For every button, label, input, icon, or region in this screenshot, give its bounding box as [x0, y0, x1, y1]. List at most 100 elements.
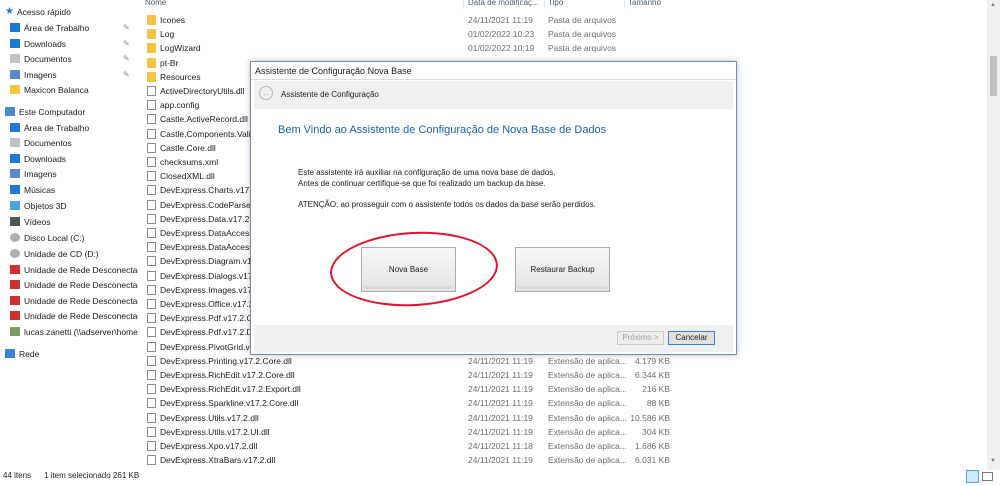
file-icon	[147, 370, 156, 380]
folder-icon	[147, 71, 156, 82]
nav-item[interactable]: Unidade de Rede Desconectada	[0, 308, 138, 323]
file-row[interactable]: DevExpress.Utils.v17.2.UI.dll 24/11/2021 …	[142, 425, 682, 439]
file-row[interactable]: DevExpress.Xpo.v17.2.dll 24/11/2021 11:18…	[142, 439, 682, 453]
wizard-nav-bar: ← Assistente de Configuração	[254, 81, 733, 109]
file-name: Log	[160, 29, 175, 40]
file-row[interactable]: DevExpress.RichEdit.v17.2.Export.dll 24/1…	[142, 382, 682, 396]
vertical-scrollbar[interactable]: ▲ ▼	[987, 0, 1000, 470]
file-type: Pasta de arquivos	[548, 43, 617, 54]
file-date: 24/11/2021 11:19	[468, 398, 533, 409]
file-name: Resources	[160, 71, 201, 82]
file-name: DevExpress.Sparkline.v17.2.Core.dll	[160, 398, 299, 409]
pin-icon[interactable]: ✎	[123, 54, 130, 63]
wizard-warning: ATENÇÃO: ao prosseguir com o assistente …	[298, 200, 596, 209]
file-icon	[147, 284, 156, 295]
back-arrow-icon[interactable]: ←	[259, 86, 273, 100]
dialog-title-bar[interactable]: Assistente de Configuração Nova Base	[251, 62, 736, 80]
file-icon	[147, 384, 156, 395]
nav-item[interactable]: Este Computador	[0, 104, 138, 119]
nav-item[interactable]: Disco Local (C:)	[0, 230, 138, 245]
file-row[interactable]: LogWizard 01/02/2022 10:19 Pasta de arquiv…	[142, 41, 682, 55]
star-icon: ★	[5, 6, 14, 17]
file-row[interactable]: Icones 24/11/2021 11:19 Pasta de arquivos	[142, 13, 682, 27]
details-view-icon[interactable]	[966, 470, 979, 483]
file-icon	[147, 100, 156, 111]
nav-item[interactable]: Imagens ✎	[0, 67, 138, 82]
file-icon	[147, 114, 156, 125]
file-row[interactable]: DevExpress.RichEdit.v17.2.Core.dll 24/11/…	[142, 368, 682, 382]
nav-item[interactable]: Rede	[0, 346, 138, 361]
file-name: DevExpress.Printing.v17.2.Core.dll	[160, 355, 292, 366]
file-icon	[147, 412, 156, 423]
file-date: 24/11/2021 11:18	[468, 441, 533, 451]
file-row[interactable]: DevExpress.Utils.v17.2.dll 24/11/2021 11:…	[142, 411, 682, 425]
document-icon	[10, 54, 20, 63]
folder-icon	[147, 57, 156, 68]
network-icon	[5, 349, 15, 358]
pin-icon[interactable]: ✎	[123, 39, 130, 48]
nav-item[interactable]: Documentos ✎	[0, 51, 138, 66]
pin-icon[interactable]: ✎	[123, 23, 130, 32]
nav-item[interactable]: Músicas	[0, 182, 138, 197]
nav-item[interactable]: Unidade de Rede Desconectada	[0, 262, 138, 277]
file-row[interactable]: DevExpress.Printing.v17.2.Core.dll 24/11/…	[142, 354, 682, 368]
nav-item-label: Músicas	[24, 184, 56, 195]
nav-item[interactable]: Vídeos	[0, 214, 138, 229]
nav-item-label: Unidade de Rede Desconectada	[24, 295, 138, 306]
nav-item-label: Unidade de CD (D:)	[24, 248, 99, 259]
nav-item[interactable]: Downloads	[0, 151, 138, 166]
scroll-up-icon[interactable]: ▲	[990, 2, 996, 8]
nav-quick-access-label: Acesso rápido	[16, 6, 71, 17]
next-button[interactable]: Próximo >	[617, 331, 664, 345]
nav-item-label: Documentos	[24, 137, 72, 148]
file-row[interactable]: Log 01/02/2022 10:23 Pasta de arquivos	[142, 27, 682, 41]
file-icon	[147, 242, 156, 253]
file-row[interactable]: DevExpress.Sparkline.v17.2.Core.dll 24/11…	[142, 396, 682, 410]
column-header-type[interactable]: Tipo	[548, 0, 625, 9]
file-name: Castle.Components.Valida	[160, 128, 261, 139]
nav-item[interactable]: Unidade de Rede Desconectada	[0, 277, 138, 292]
network-drive-disconnected-icon	[10, 265, 20, 274]
file-row[interactable]: DevExpress.XtraBars.v17.2.dll 24/11/2021 …	[142, 453, 682, 467]
folder-icon	[147, 29, 156, 40]
folder-icon	[147, 15, 156, 25]
nav-item[interactable]: Downloads ✎	[0, 36, 138, 51]
nav-item[interactable]: Imagens	[0, 166, 138, 181]
nav-quick-access[interactable]: ★ Acesso rápido	[0, 4, 138, 19]
file-type: Pasta de arquivos	[548, 29, 617, 40]
file-size: 6.031 KB	[635, 455, 670, 466]
file-icon	[147, 142, 156, 153]
nav-item[interactable]: Documentos	[0, 135, 138, 150]
nav-item[interactable]: Área de Trabalho ✎	[0, 20, 138, 35]
scroll-down-icon[interactable]: ▼	[990, 458, 996, 464]
file-date: 24/11/2021 11:19	[468, 426, 533, 437]
network-drive-icon	[10, 327, 20, 336]
pin-icon[interactable]: ✎	[123, 70, 130, 79]
file-size: 304 KB	[642, 426, 670, 437]
restore-backup-label: Restaurar Backup	[530, 265, 595, 274]
nav-item[interactable]: Maxicon Balanca	[0, 82, 138, 97]
restore-backup-button-bar	[518, 286, 607, 289]
nav-item[interactable]: Área de Trabalho	[0, 120, 138, 135]
file-icon	[147, 128, 156, 139]
nav-item-label: Este Computador	[19, 106, 86, 117]
column-header-size[interactable]: Tamanho	[628, 0, 688, 9]
nav-item[interactable]: Unidade de Rede Desconectada	[0, 293, 138, 308]
tiles-view-icon[interactable]	[982, 472, 993, 481]
download-icon	[10, 39, 20, 48]
file-date: 24/11/2021 11:19	[468, 412, 533, 423]
nav-item-label: Imagens	[24, 168, 57, 179]
nav-item[interactable]: Unidade de CD (D:)	[0, 246, 138, 261]
cube-icon	[10, 201, 20, 210]
file-name: Castle.Core.dll	[160, 142, 216, 153]
computer-icon	[5, 107, 15, 116]
nav-item[interactable]: lucas.zanetti (\\adserver\home)	[0, 324, 138, 339]
network-drive-disconnected-icon	[10, 296, 20, 305]
column-header-date[interactable]: Data de modificaç...	[468, 0, 545, 9]
column-header-name[interactable]: Nome	[145, 0, 464, 9]
restore-backup-button[interactable]: Restaurar Backup	[515, 247, 610, 292]
scrollbar-thumb[interactable]	[990, 56, 997, 96]
file-date: 01/02/2022 10:19	[468, 43, 535, 54]
nav-item[interactable]: Objetos 3D	[0, 198, 138, 213]
cancel-button[interactable]: Cancelar	[668, 331, 715, 345]
